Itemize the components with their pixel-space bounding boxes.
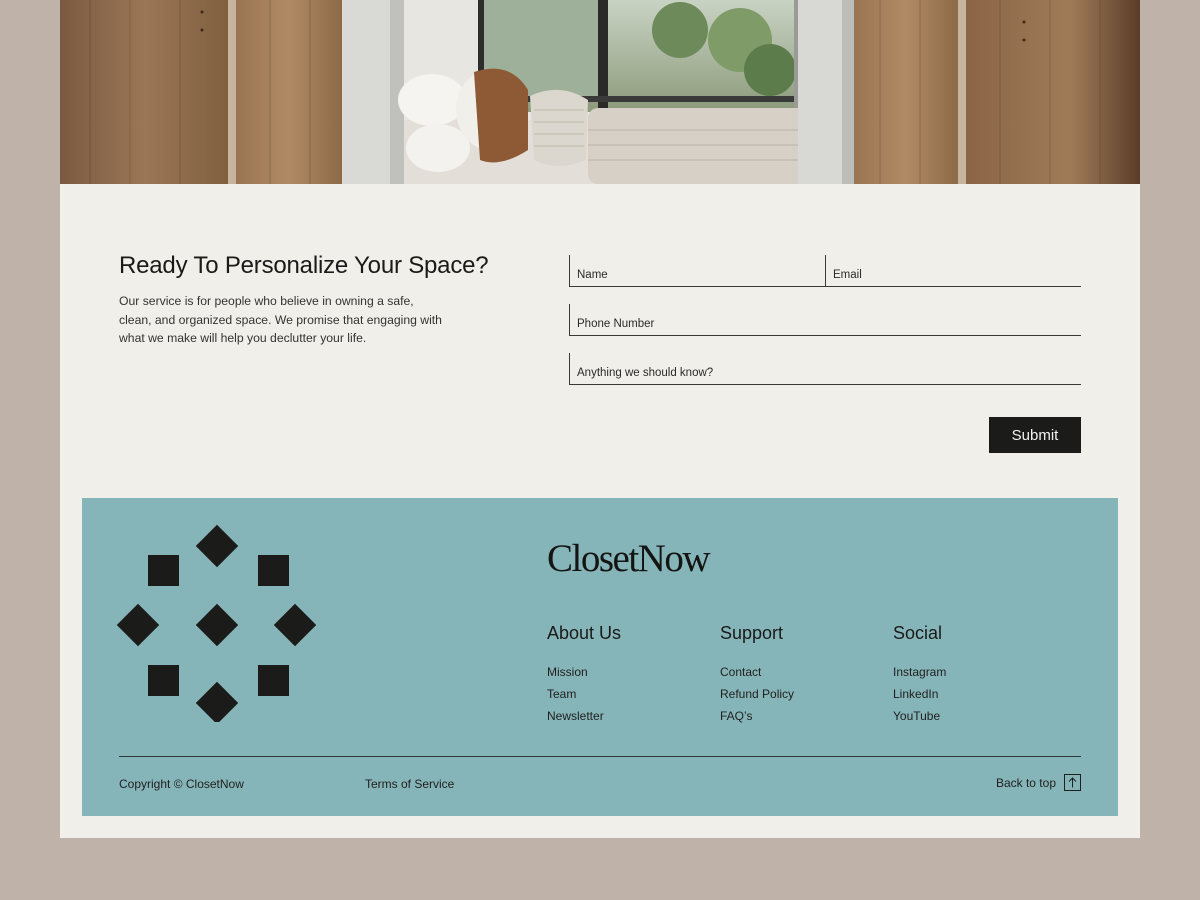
- footer-column-support: Support Contact Refund Policy FAQ’s: [720, 623, 794, 727]
- footer-heading-social: Social: [893, 623, 943, 643]
- copyright-text: Copyright © ClosetNow: [119, 777, 244, 791]
- name-input[interactable]: [570, 255, 825, 286]
- footer-heading-about: About Us: [547, 623, 622, 643]
- submit-button[interactable]: Submit: [989, 417, 1081, 453]
- back-to-top-label: Back to top: [995, 775, 1056, 790]
- footer-link-team[interactable]: Team: [547, 683, 621, 705]
- footer-link-youtube[interactable]: YouTube: [893, 705, 946, 727]
- phone-field[interactable]: [569, 304, 1081, 336]
- terms-of-service-link[interactable]: Terms of Service: [365, 777, 454, 791]
- footer-link-refund-policy[interactable]: Refund Policy: [720, 683, 794, 705]
- logo-pattern-icon: [116, 524, 316, 722]
- notes-field[interactable]: [569, 353, 1081, 385]
- footer-heading-support: Support: [720, 623, 784, 643]
- contact-title: Ready To Personalize Your Space?: [119, 252, 489, 279]
- notes-input[interactable]: [570, 353, 1081, 384]
- email-field[interactable]: [825, 255, 1081, 287]
- page: Ready To Personalize Your Space? Our ser…: [60, 0, 1140, 838]
- contact-description: Our service is for people who believe in…: [119, 294, 442, 345]
- footer-link-linkedin[interactable]: LinkedIn: [893, 683, 946, 705]
- footer: ClosetNow About Us Mission Team Newslett…: [82, 498, 1118, 816]
- email-input[interactable]: [826, 255, 1081, 286]
- footer-column-social: Social Instagram LinkedIn YouTube: [893, 623, 946, 727]
- footer-link-newsletter[interactable]: Newsletter: [547, 705, 621, 727]
- footer-divider: [119, 756, 1081, 757]
- back-to-top-button[interactable]: Back to top: [996, 774, 1081, 791]
- hero-image: [60, 0, 1140, 184]
- footer-link-contact[interactable]: Contact: [720, 661, 794, 683]
- footer-link-instagram[interactable]: Instagram: [893, 661, 946, 683]
- footer-link-mission[interactable]: Mission: [547, 661, 621, 683]
- footer-link-faqs[interactable]: FAQ’s: [720, 705, 794, 727]
- brand-logo[interactable]: ClosetNow: [547, 536, 711, 581]
- footer-column-about: About Us Mission Team Newsletter: [547, 623, 621, 727]
- arrow-up-icon: [1064, 774, 1081, 791]
- name-field[interactable]: [569, 255, 825, 287]
- phone-input[interactable]: [570, 304, 1081, 335]
